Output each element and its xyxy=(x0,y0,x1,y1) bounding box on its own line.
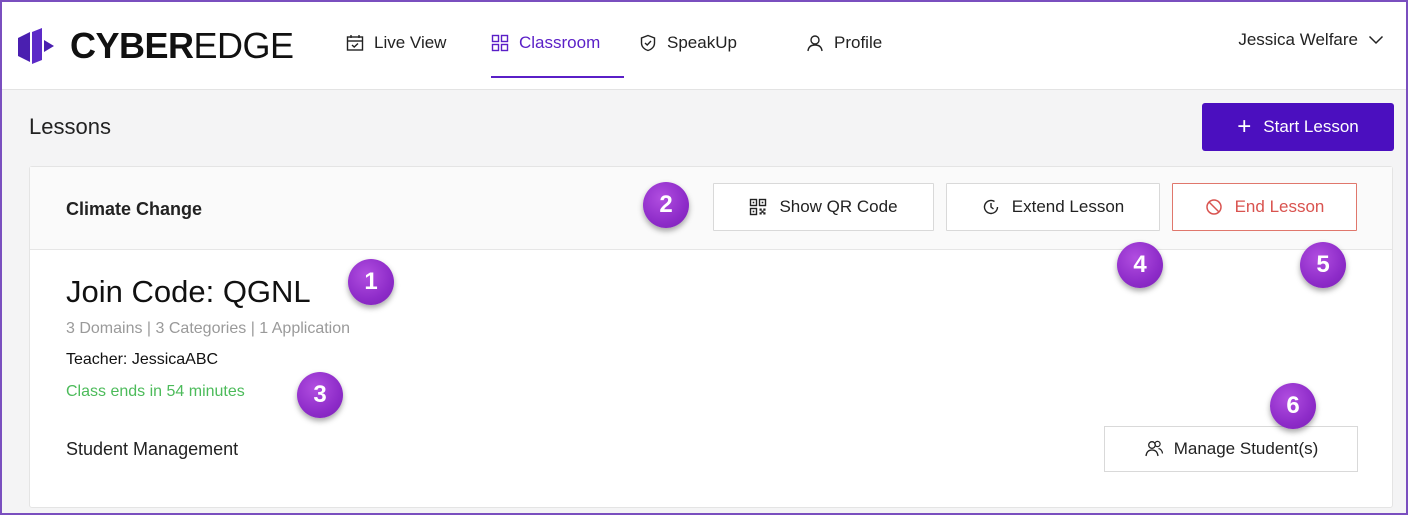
show-qr-code-label: Show QR Code xyxy=(779,197,898,216)
student-management-heading: Student Management xyxy=(66,439,239,459)
callout-5: 5 xyxy=(1300,242,1346,288)
clock-icon xyxy=(983,199,998,215)
nav-classroom[interactable]: Classroom xyxy=(491,30,600,56)
nav-speakup[interactable]: SpeakUp xyxy=(639,30,737,56)
join-code: Join Code: QGNL xyxy=(66,274,311,309)
show-qr-code-button[interactable]: Show QR Code xyxy=(713,183,934,231)
start-lesson-label: Start Lesson xyxy=(1263,117,1359,136)
teacher-name: Teacher: JessicaABC xyxy=(66,351,219,368)
callout-3: 3 xyxy=(297,372,343,418)
manage-students-button[interactable]: Manage Student(s) xyxy=(1104,426,1358,472)
active-tab-indicator xyxy=(491,76,624,78)
plus-icon: + xyxy=(1237,113,1252,140)
nav-live-view-label: Live View xyxy=(374,33,447,52)
nav-profile-label: Profile xyxy=(834,33,883,52)
lesson-card: Climate Change Show QR Code Extend Lesso… xyxy=(29,166,1393,508)
calendar-check-icon xyxy=(346,35,364,51)
nav-live-view[interactable]: Live View xyxy=(346,30,446,56)
lesson-meta: 3 Domains | 3 Categories | 1 Application xyxy=(66,320,351,337)
lesson-title: Climate Change xyxy=(66,199,203,219)
nav-speakup-label: SpeakUp xyxy=(667,33,737,52)
users-icon xyxy=(1145,440,1163,457)
nav-classroom-label: Classroom xyxy=(519,33,601,52)
qr-code-icon xyxy=(750,198,767,216)
user-menu[interactable]: Jessica Welfare xyxy=(1238,30,1384,50)
extend-lesson-button[interactable]: Extend Lesson xyxy=(946,183,1160,231)
grid-icon xyxy=(491,34,509,52)
top-nav-bar: CYBEREDGE Live View Classroom SpeakUp Pr… xyxy=(2,2,1406,90)
start-lesson-button[interactable]: + Start Lesson xyxy=(1202,103,1394,151)
chevron-down-icon xyxy=(1368,35,1384,45)
cyberedge-logo-icon xyxy=(18,28,54,64)
brand-name: CYBEREDGE xyxy=(70,25,294,66)
brand-logo[interactable]: CYBEREDGE xyxy=(16,26,294,66)
end-lesson-label: End Lesson xyxy=(1234,197,1325,216)
callout-1: 1 xyxy=(348,259,394,305)
app-frame: CYBEREDGE Live View Classroom SpeakUp Pr… xyxy=(0,0,1408,515)
block-icon xyxy=(1205,199,1222,215)
nav-profile[interactable]: Profile xyxy=(806,30,882,56)
user-icon xyxy=(807,35,823,52)
callout-2: 2 xyxy=(643,182,689,228)
callout-4: 4 xyxy=(1117,242,1163,288)
class-ends-status: Class ends in 54 minutes xyxy=(66,383,245,400)
callout-6: 6 xyxy=(1270,383,1316,429)
page-title: Lessons xyxy=(29,114,111,139)
extend-lesson-label: Extend Lesson xyxy=(1011,197,1125,216)
end-lesson-button[interactable]: End Lesson xyxy=(1172,183,1357,231)
shield-check-icon xyxy=(640,34,656,52)
lesson-card-header: Climate Change Show QR Code Extend Lesso… xyxy=(30,167,1392,250)
user-name: Jessica Welfare xyxy=(1238,30,1358,49)
manage-students-label: Manage Student(s) xyxy=(1173,439,1319,458)
